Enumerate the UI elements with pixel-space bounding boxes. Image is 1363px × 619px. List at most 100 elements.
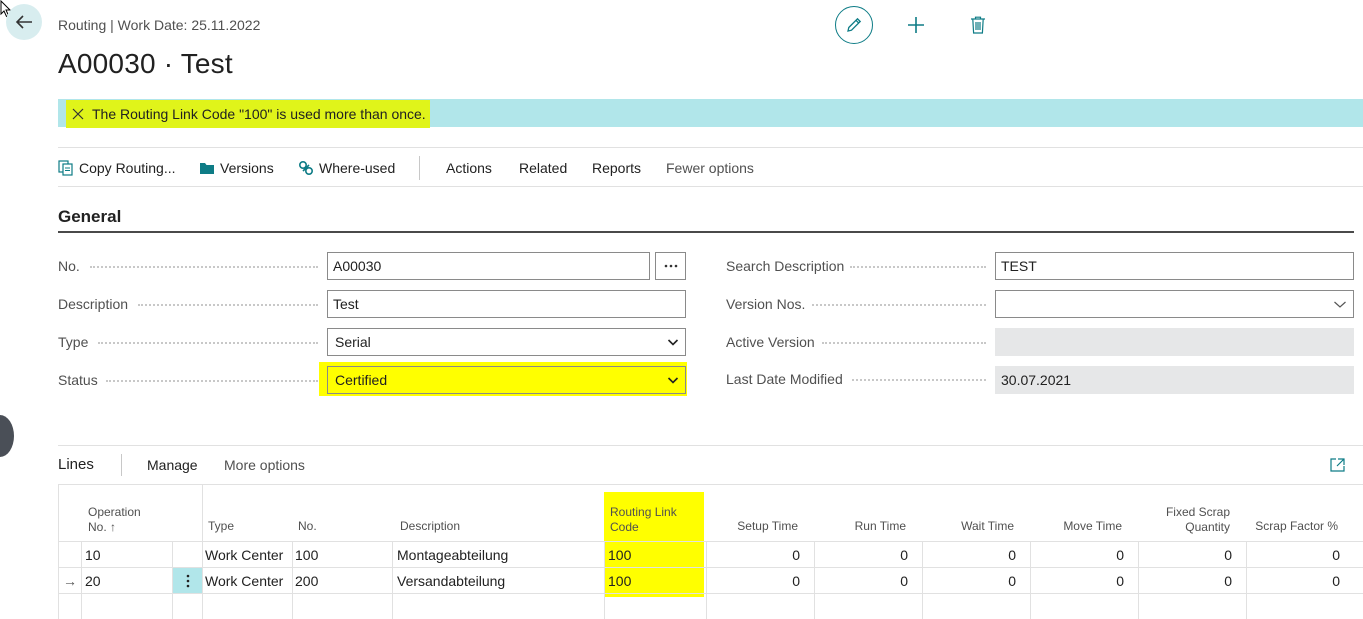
cell-move-time[interactable]: 0 — [1032, 542, 1124, 568]
delete-button[interactable] — [966, 12, 990, 38]
cell-fixed-scrap-quantity[interactable]: 0 — [1140, 542, 1232, 568]
no-field[interactable]: A00030 — [327, 252, 650, 280]
more-vertical-icon — [186, 574, 189, 587]
page-title: A00030 · Test — [58, 48, 233, 79]
where-used-label: Where-used — [319, 160, 396, 176]
versions-label: Versions — [220, 160, 274, 176]
chevron-down-icon — [667, 377, 679, 384]
cell-setup-time[interactable]: 0 — [708, 542, 800, 568]
more-options-button[interactable]: More options — [224, 457, 305, 473]
chevron-down-icon — [667, 339, 679, 346]
col-fixed-scrap-line2: Quantity — [1185, 520, 1230, 534]
version-nos-dots — [812, 304, 986, 306]
related-label: Related — [519, 160, 568, 176]
arrow-left-icon — [15, 15, 32, 29]
close-icon[interactable] — [72, 108, 84, 120]
expand-icon[interactable] — [1330, 458, 1345, 472]
cell-routing-link-code[interactable]: 100 — [608, 542, 631, 568]
cell-type[interactable]: Work Center — [205, 542, 283, 568]
reports-menu[interactable]: Reports — [592, 158, 641, 178]
col-move-time[interactable]: Move Time — [1038, 519, 1122, 534]
manage-menu[interactable]: Manage — [147, 457, 198, 473]
reports-label: Reports — [592, 160, 642, 176]
actions-label: Actions — [446, 160, 492, 176]
last-date-modified-dots — [852, 379, 986, 381]
cell-setup-time[interactable]: 0 — [708, 568, 800, 594]
trash-icon — [971, 16, 985, 34]
fewer-options-button[interactable]: Fewer options — [666, 158, 754, 178]
row-current-marker: → — [63, 573, 77, 589]
actionbar-divider-bottom — [58, 186, 1363, 187]
side-panel-toggle[interactable] — [0, 415, 14, 457]
search-description-field[interactable]: TEST — [995, 252, 1354, 280]
version-nos-select[interactable] — [995, 290, 1354, 318]
cell-scrap-factor[interactable]: 0 — [1248, 542, 1340, 568]
actionbar-divider-top — [58, 147, 1363, 148]
no-label: No. — [58, 258, 80, 274]
cell-scrap-factor[interactable]: 0 — [1248, 568, 1340, 594]
col-setup-time[interactable]: Setup Time — [714, 519, 798, 534]
breadcrumb: Routing | Work Date: 25.11.2022 — [58, 17, 261, 33]
message-highlight: The Routing Link Code "100" is used more… — [66, 100, 430, 128]
cell-run-time[interactable]: 0 — [816, 568, 908, 594]
status-value: Certified — [335, 372, 388, 388]
lines-divider-top — [58, 445, 1363, 446]
col-no[interactable]: No. — [298, 519, 317, 534]
col-fixed-scrap-line1: Fixed Scrap — [1165, 505, 1230, 519]
col-description[interactable]: Description — [400, 519, 460, 534]
lines-title[interactable]: Lines — [58, 456, 94, 473]
active-version-label: Active Version — [726, 334, 815, 350]
col-operation-no-line1: Operation — [88, 505, 141, 519]
cell-no[interactable]: 100 — [295, 542, 318, 568]
col-wait-time[interactable]: Wait Time — [930, 519, 1014, 534]
actions-menu[interactable]: Actions — [446, 158, 492, 178]
plus-icon — [908, 17, 924, 33]
search-description-dots — [850, 266, 986, 268]
version-nos-label: Version Nos. — [726, 296, 806, 312]
cell-wait-time[interactable]: 0 — [924, 568, 1016, 594]
related-menu[interactable]: Related — [519, 158, 567, 178]
general-section-title[interactable]: General — [58, 207, 121, 227]
col-run-time[interactable]: Run Time — [822, 519, 906, 534]
table-row[interactable]: → 20 Work Center 200 Versandabteilung 10… — [58, 568, 1363, 594]
col-type[interactable]: Type — [208, 519, 234, 534]
description-field[interactable]: Test — [327, 290, 686, 318]
cell-description[interactable]: Versandabteilung — [397, 568, 505, 594]
cell-run-time[interactable]: 0 — [816, 542, 908, 568]
table-row[interactable]: 10 Work Center 100 Montageabteilung 100 … — [58, 542, 1363, 568]
cell-routing-link-code[interactable]: 100 — [608, 568, 631, 594]
status-select[interactable]: Certified — [327, 366, 686, 394]
where-used-action[interactable]: Where-used — [298, 158, 395, 178]
cell-wait-time[interactable]: 0 — [924, 542, 1016, 568]
new-button[interactable] — [903, 12, 929, 38]
message-text: The Routing Link Code "100" is used more… — [92, 106, 426, 122]
cell-move-time[interactable]: 0 — [1032, 568, 1124, 594]
col-scrap-factor[interactable]: Scrap Factor % — [1244, 519, 1338, 534]
col-operation-no[interactable]: Operation No. ↑ — [88, 505, 141, 535]
back-button[interactable] — [6, 4, 42, 40]
ellipsis-icon — [664, 264, 677, 268]
col-fixed-scrap-quantity[interactable]: Fixed Scrap Quantity — [1146, 505, 1230, 535]
cell-type[interactable]: Work Center — [205, 568, 283, 594]
versions-action[interactable]: Versions — [199, 158, 274, 178]
cell-operation-no[interactable]: 10 — [85, 542, 101, 568]
description-dots — [138, 304, 318, 306]
copy-routing-label: Copy Routing... — [79, 160, 176, 176]
cell-operation-no[interactable]: 20 — [85, 568, 101, 594]
type-select[interactable]: Serial — [327, 328, 686, 356]
no-lookup-button[interactable] — [655, 252, 686, 280]
cell-fixed-scrap-quantity[interactable]: 0 — [1140, 568, 1232, 594]
last-date-modified-field: 30.07.2021 — [995, 366, 1354, 394]
last-date-modified-label: Last Date Modified — [726, 371, 843, 387]
cell-no[interactable]: 200 — [295, 568, 318, 594]
status-dots — [106, 380, 318, 382]
edit-button[interactable] — [835, 6, 873, 44]
chevron-down-icon — [1334, 301, 1346, 308]
row-menu-button[interactable] — [173, 568, 202, 593]
copy-document-icon — [58, 160, 73, 176]
col-routing-link-code[interactable]: Routing Link Code — [610, 505, 677, 535]
col-operation-no-line2: No. ↑ — [88, 520, 117, 534]
no-dots — [90, 266, 318, 268]
cell-description[interactable]: Montageabteilung — [397, 542, 508, 568]
copy-routing-action[interactable]: Copy Routing... — [58, 158, 176, 178]
